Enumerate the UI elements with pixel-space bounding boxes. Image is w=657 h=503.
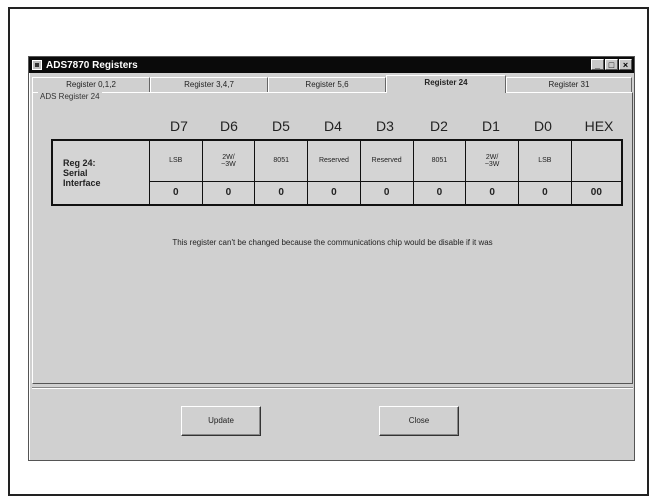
tab-register-5-6[interactable]: Register 5,6	[268, 77, 386, 92]
bit-header-d3: D3	[376, 118, 394, 134]
close-button[interactable]: Close	[379, 406, 459, 436]
group-label: ADS Register 24	[38, 92, 102, 101]
bit-name-d5: 8051	[254, 139, 309, 182]
bit-header-d5: D5	[272, 118, 290, 134]
app-icon	[32, 60, 42, 70]
register-label: Reg 24: Serial Interface	[51, 139, 150, 206]
divider	[32, 387, 633, 389]
tab-register-3-4-7[interactable]: Register 3,4,7	[150, 77, 268, 92]
bit-value-d3[interactable]: 0	[359, 180, 414, 206]
bit-value-d6[interactable]: 0	[201, 180, 256, 206]
bit-header-d6: D6	[220, 118, 238, 134]
bit-header-d1: D1	[482, 118, 500, 134]
bit-name-d3: Reserved	[359, 139, 414, 182]
bit-value-d1[interactable]: 0	[465, 180, 519, 206]
bit-name-d7: LSB	[148, 139, 203, 182]
minimize-button[interactable]: _	[591, 59, 604, 70]
bit-name-d6: 2W/ ~3W	[201, 139, 256, 182]
bit-name-hex	[570, 139, 623, 182]
register-label-line1: Reg 24:	[63, 157, 96, 168]
status-message: This register can't be changed because t…	[172, 238, 493, 247]
bit-name-d1: 2W/ ~3W	[465, 139, 519, 182]
bit-header-hex: HEX	[584, 118, 614, 134]
window-controls: _ □ ×	[591, 59, 632, 70]
bit-name-d0: LSB	[518, 139, 572, 182]
tab-register-31[interactable]: Register 31	[506, 77, 632, 92]
bit-header-d7: D7	[170, 118, 188, 134]
window-title: ADS7870 Registers	[46, 59, 138, 71]
bit-value-d7[interactable]: 0	[148, 180, 203, 206]
bit-name-d2: 8051	[412, 139, 467, 182]
register-label-line3: Interface	[63, 177, 101, 188]
title-bar[interactable]: ADS7870 Registers _ □ ×	[29, 57, 634, 73]
bit-header-d2: D2	[430, 118, 448, 134]
bit-value-d5[interactable]: 0	[254, 180, 309, 206]
hex-value: 00	[570, 180, 623, 206]
update-button[interactable]: Update	[181, 406, 261, 436]
bit-value-d0[interactable]: 0	[518, 180, 572, 206]
register-table: Reg 24: Serial Interface LSB 2W/ ~3W 805…	[51, 139, 623, 206]
maximize-button[interactable]: □	[605, 59, 618, 70]
registers-window: ADS7870 Registers _ □ × Register 0,1,2 R…	[28, 56, 635, 461]
bit-header-d0: D0	[534, 118, 552, 134]
bit-value-d4[interactable]: 0	[307, 180, 361, 206]
register-tabs: Register 0,1,2 Register 3,4,7 Register 5…	[32, 75, 632, 93]
bit-name-d4: Reserved	[307, 139, 361, 182]
bit-value-d2[interactable]: 0	[412, 180, 467, 206]
register-label-line2: Serial	[63, 167, 88, 178]
tab-register-0-1-2[interactable]: Register 0,1,2	[32, 77, 150, 92]
register-24-panel: ADS Register 24 D7 D6 D5 D4 D3 D2 D1 D0 …	[32, 92, 633, 384]
bit-header-d4: D4	[324, 118, 342, 134]
bit-name-row: Reg 24: Serial Interface LSB 2W/ ~3W 805…	[51, 139, 623, 206]
close-window-button[interactable]: ×	[619, 59, 632, 70]
tab-register-24[interactable]: Register 24	[386, 75, 506, 93]
